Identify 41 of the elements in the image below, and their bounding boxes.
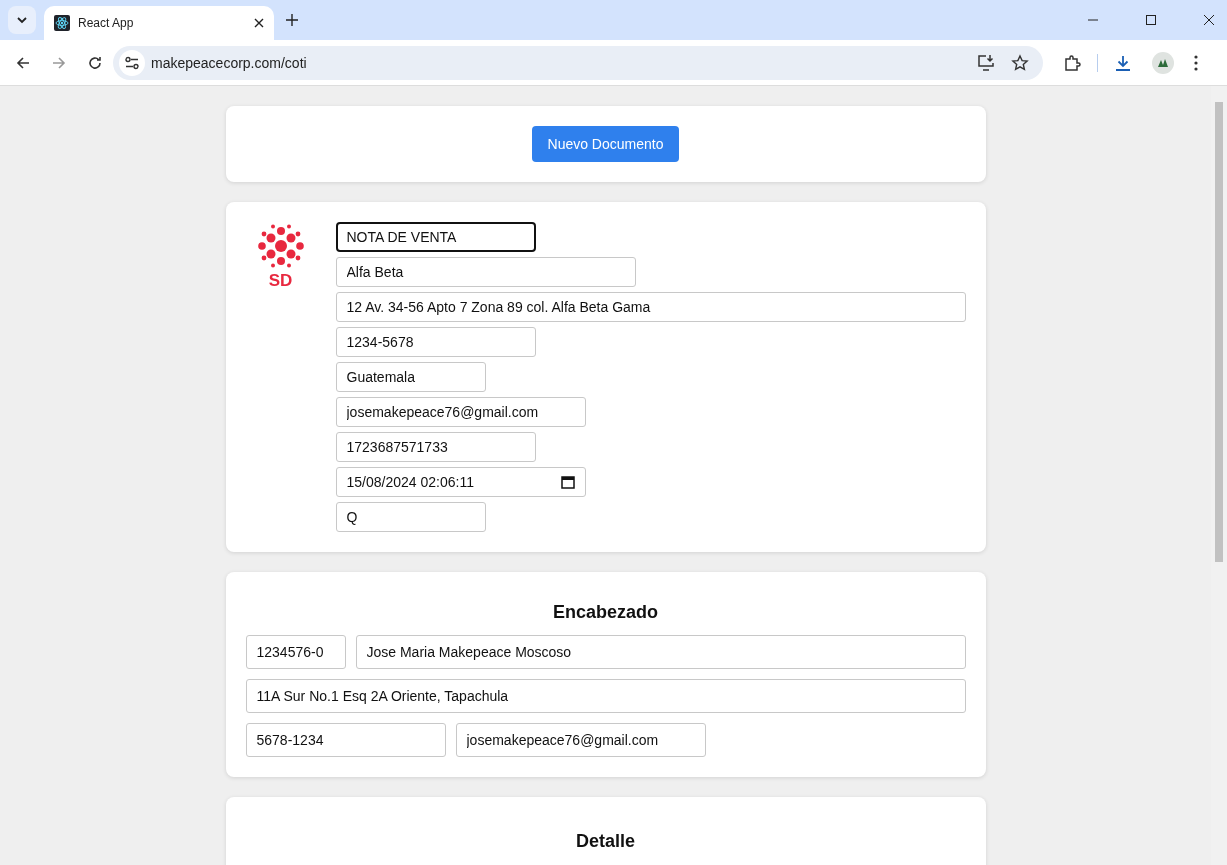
- tab-title: React App: [78, 16, 135, 30]
- download-icon[interactable]: [1114, 53, 1132, 72]
- text-field[interactable]: josemakepeace76@gmail.com: [335, 397, 586, 427]
- section-title: Encabezado: [552, 602, 659, 623]
- section-title: Detalle: [575, 831, 636, 852]
- text-field[interactable]: 11A Sur No.1 Esq 2A Oriente, Tapachula: [245, 679, 966, 713]
- chevron-down-icon: [16, 14, 28, 26]
- new-document-button[interactable]: Nuevo Documento: [531, 126, 680, 162]
- text-field[interactable]: 12 Av. 34-56 Apto 7 Zona 89 col. Alfa Beta Gama: [335, 292, 966, 322]
- tab-search-button[interactable]: [8, 6, 36, 34]
- text-field[interactable]: Alfa Beta: [335, 257, 636, 287]
- more-menu-icon[interactable]: [1194, 54, 1198, 71]
- text-field[interactable]: Guatemala: [335, 362, 486, 392]
- text-field[interactable]: Q: [335, 502, 486, 532]
- datetime-field[interactable]: 15/08/2024 02:06:11: [335, 467, 586, 497]
- url-text: makepeacecorp.com/coti: [151, 54, 307, 71]
- text-field[interactable]: 1234-5678: [335, 327, 536, 357]
- text-field[interactable]: 1723687571733: [335, 432, 536, 462]
- maximize-icon[interactable]: [1145, 14, 1157, 26]
- new-tab-icon[interactable]: [286, 14, 298, 26]
- forward-arrow-icon[interactable]: [51, 54, 67, 71]
- reload-icon[interactable]: [87, 54, 103, 71]
- puzzle-piece-icon[interactable]: [1063, 53, 1081, 72]
- text-field[interactable]: Jose Maria Makepeace Moscoso: [355, 635, 966, 669]
- profile-avatar-icon[interactable]: [1152, 51, 1174, 74]
- star-icon[interactable]: [1011, 53, 1029, 72]
- site-settings-icon[interactable]: [119, 49, 145, 76]
- text-field[interactable]: NOTA DE VENTA: [335, 222, 536, 252]
- scrollbar-thumb[interactable]: [1215, 102, 1223, 562]
- close-icon[interactable]: [1203, 14, 1215, 26]
- browser-tab[interactable]: React App: [44, 6, 274, 40]
- back-arrow-icon[interactable]: [15, 54, 31, 71]
- company-logo: SD: [255, 222, 306, 532]
- close-icon[interactable]: [254, 18, 264, 28]
- atom-icon: [54, 15, 70, 31]
- install-app-icon[interactable]: [977, 53, 995, 72]
- address-bar[interactable]: makepeacecorp.com/coti: [113, 45, 1043, 80]
- text-field[interactable]: 5678-1234: [245, 723, 446, 757]
- text-field[interactable]: 1234576-0: [245, 635, 346, 669]
- text-field[interactable]: josemakepeace76@gmail.com: [455, 723, 706, 757]
- calendar-icon[interactable]: [560, 475, 575, 489]
